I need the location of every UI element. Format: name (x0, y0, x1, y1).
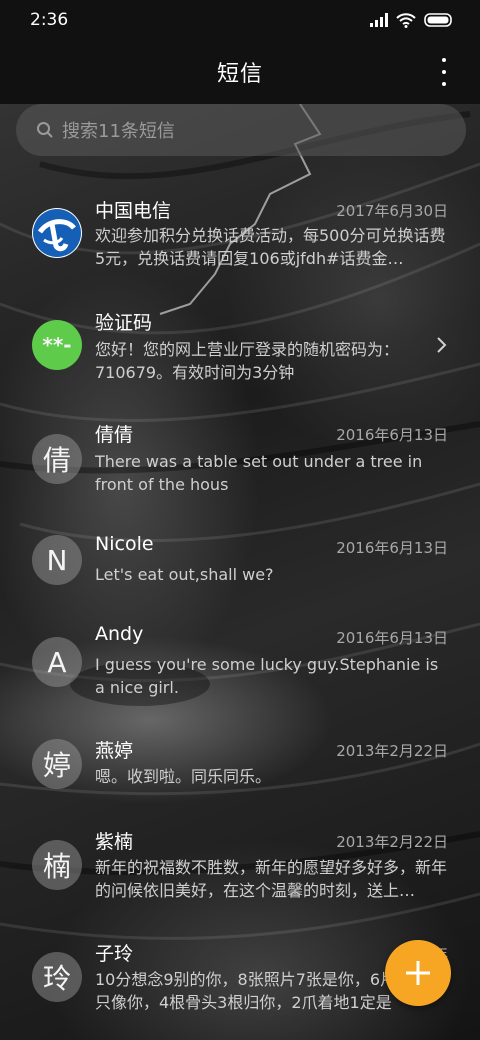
wifi-icon (396, 12, 416, 28)
message-snippet: 嗯。收到啦。同乐同乐。 (95, 767, 272, 786)
status-time: 2:36 (30, 10, 69, 30)
contact-name: 倩倩 (95, 424, 134, 446)
conversation-item[interactable]: 婷 燕婷 2013年2月22日 嗯。收到啦。同乐同乐。 (0, 734, 480, 824)
page-title: 短信 (216, 62, 263, 87)
signal-icon (370, 13, 388, 27)
app-bar: 短信 (0, 40, 480, 104)
contact-avatar: 倩 (32, 434, 82, 484)
contact-name: Nicole (95, 533, 154, 555)
message-snippet: 欢迎参加积分兑换话费活动，每500分可兑换话费5元，兑换话费请回复106或jfd… (95, 226, 446, 268)
contact-avatar: 玲 (32, 952, 82, 1002)
message-date: 2016年6月13日 (336, 539, 448, 557)
status-bar: 2:36 (0, 0, 480, 40)
message-snippet: Let's eat out,shall we? (95, 565, 274, 584)
search-placeholder: 搜索11条短信 (62, 121, 175, 142)
contact-avatar: A (32, 637, 82, 687)
more-options-icon[interactable] (434, 58, 454, 86)
search-icon (37, 122, 53, 138)
search-input[interactable]: 搜索11条短信 (16, 104, 466, 156)
new-message-button[interactable] (385, 940, 451, 1006)
contact-name: 燕婷 (95, 740, 134, 762)
message-date: 2016年6月13日 (336, 426, 448, 444)
contact-avatar: 婷 (32, 739, 82, 789)
verification-code-avatar: **- (32, 320, 82, 370)
status-icons (370, 12, 454, 28)
conversation-item[interactable]: **- 验证码 您好！您的网上营业厅登录的随机密码为：710679。有效时间为3… (0, 294, 480, 404)
chevron-right-icon (437, 337, 447, 353)
conversation-item[interactable]: A Andy 2016年6月13日 I guess you're some lu… (0, 620, 480, 730)
message-date: 2017年6月30日 (336, 202, 448, 220)
message-date: 2016年6月13日 (336, 629, 448, 647)
contact-name: 中国电信 (95, 200, 172, 222)
contact-avatar: 楠 (32, 840, 82, 890)
contact-name: 验证码 (95, 312, 153, 334)
china-telecom-logo-icon (32, 208, 82, 258)
conversation-item[interactable]: N Nicole 2016年6月13日 Let's eat out,shall … (0, 520, 480, 612)
message-snippet: 10分想念9别的你，8张照片7张是你，6片… 只像你，4根骨头3根归你，2爪着地… (95, 970, 413, 1012)
battery-icon (424, 13, 452, 27)
message-snippet: 您好！您的网上营业厅登录的随机密码为：710679。有效时间为3分钟 (95, 340, 400, 382)
conversation-item[interactable]: 楠 紫楠 2013年2月22日 新年的祝福数不胜数，新年的愿望好多好多，新年的问… (0, 824, 480, 934)
message-snippet: 新年的祝福数不胜数，新年的愿望好多好多，新年的问候依旧美好，在这个温馨的时刻，送… (95, 858, 447, 900)
plus-icon (406, 961, 430, 985)
message-date: 2013年2月22日 (336, 833, 448, 851)
message-snippet: There was a table set out under a tree i… (95, 452, 423, 494)
conversation-item[interactable]: 中国电信 2017年6月30日 欢迎参加积分兑换话费活动，每500分可兑换话费5… (0, 180, 480, 290)
contact-name: 紫楠 (95, 831, 134, 853)
contact-avatar: N (32, 535, 82, 585)
contact-name: Andy (95, 623, 144, 645)
sms-screen: 2:36 短信 搜索11条短信 中国电信 2017年6月30日 欢迎参加积分兑换… (0, 0, 480, 1040)
message-date: 2013年2月22日 (336, 742, 448, 760)
message-snippet: I guess you're some lucky guy.Stephanie … (95, 655, 439, 697)
contact-name: 子玲 (95, 943, 134, 965)
conversation-item[interactable]: 倩 倩倩 2016年6月13日 There was a table set ou… (0, 406, 480, 516)
